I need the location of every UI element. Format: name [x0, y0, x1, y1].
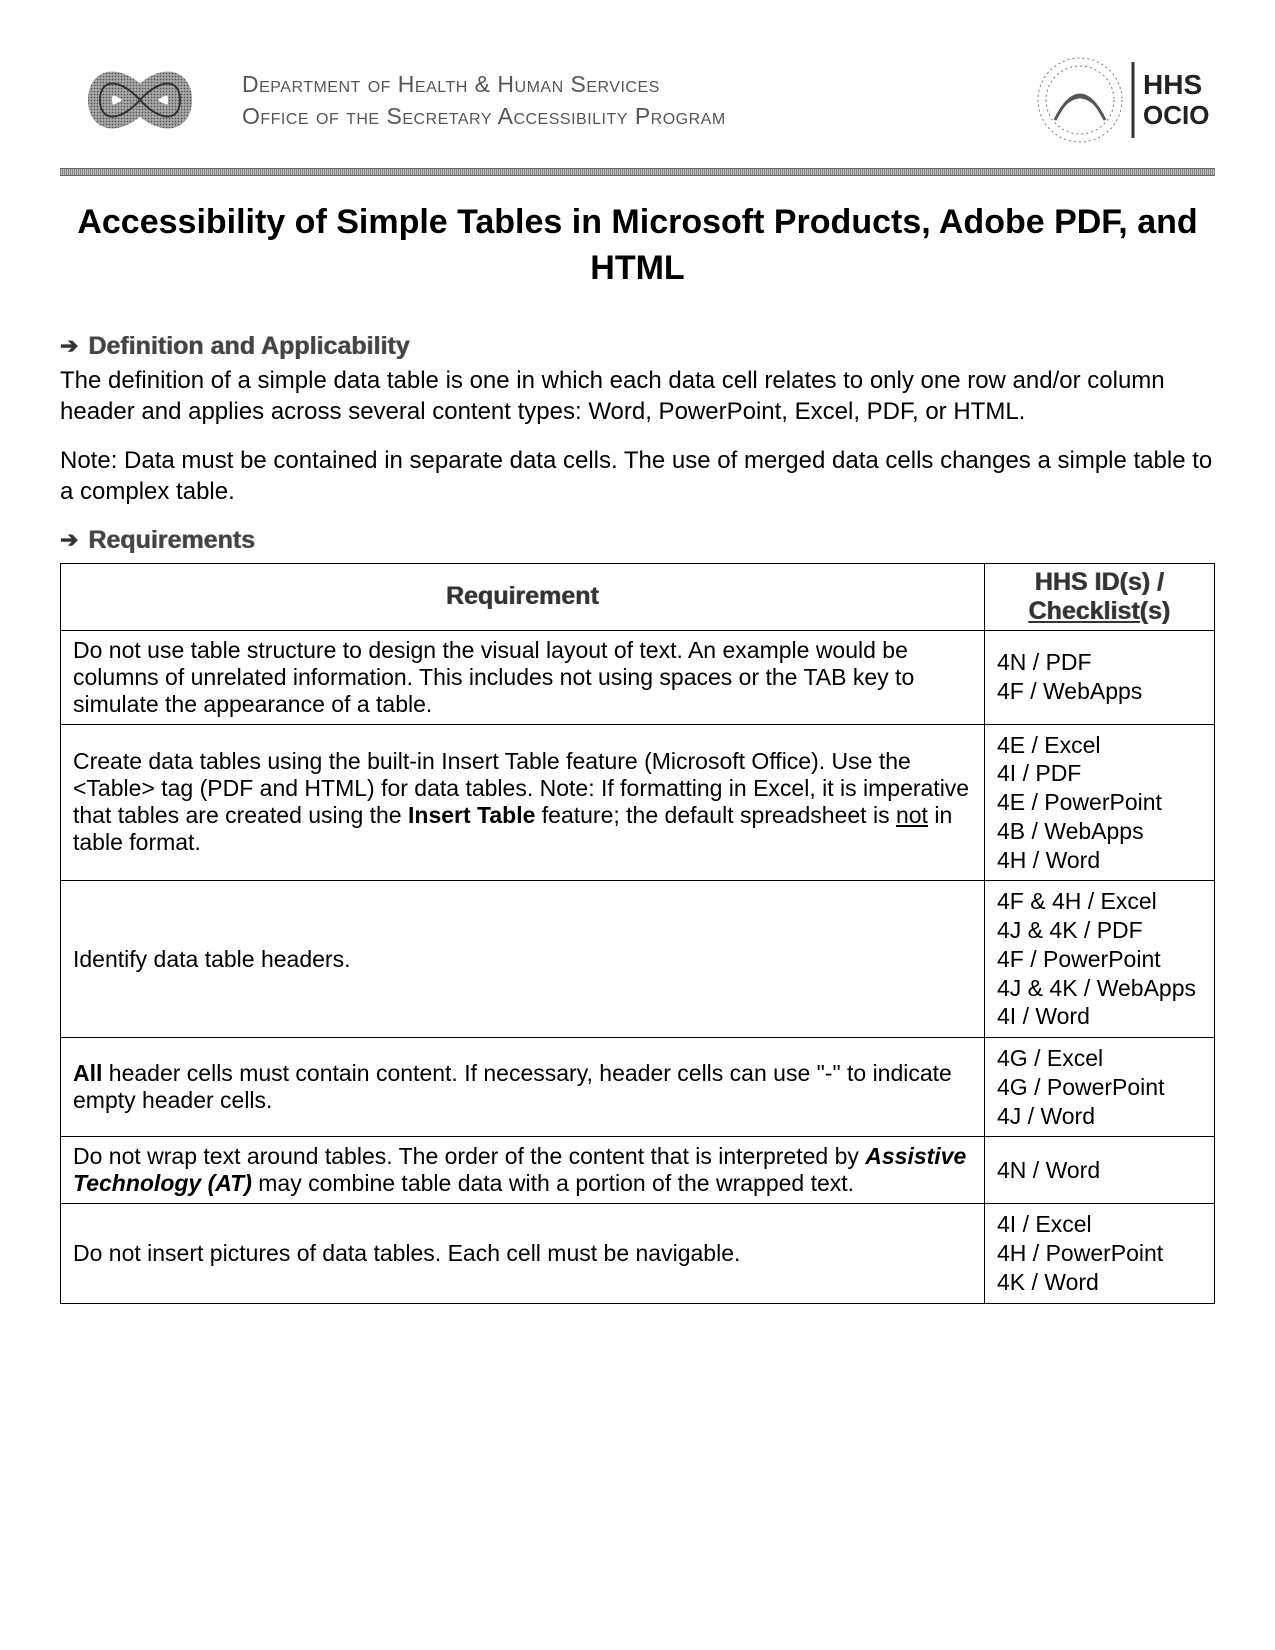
definition-p2: Note: Data must be contained in separate… — [60, 445, 1215, 507]
table-row: Do not insert pictures of data tables. E… — [61, 1204, 1215, 1303]
page-title: Accessibility of Simple Tables in Micros… — [60, 200, 1215, 292]
dept-line1: Department of Health & Human Services — [242, 68, 726, 100]
req-cell: Create data tables using the built-in In… — [61, 724, 985, 881]
id-cell: 4G / Excel4G / PowerPoint4J / Word — [985, 1038, 1215, 1137]
dept-line2: Office of the Secretary Accessibility Pr… — [242, 100, 726, 132]
section-definition-head: ➔ Definition and Applicability — [60, 332, 1215, 361]
req-cell: Do not use table structure to design the… — [61, 630, 985, 724]
table-row: Do not use table structure to design the… — [61, 630, 1215, 724]
id-cell: 4I / Excel4H / PowerPoint4K / Word — [985, 1204, 1215, 1303]
table-header-row: Requirement HHS ID(s) / Checklist(s) — [61, 563, 1215, 630]
definition-p1: The definition of a simple data table is… — [60, 365, 1215, 427]
id-cell: 4E / Excel4I / PDF4E / PowerPoint4B / We… — [985, 724, 1215, 881]
id-cell: 4F & 4H / Excel4J & 4K / PDF4F / PowerPo… — [985, 881, 1215, 1038]
col-ids: HHS ID(s) / Checklist(s) — [985, 563, 1215, 630]
table-row: Do not wrap text around tables. The orde… — [61, 1137, 1215, 1204]
logo-ocio-text: OCIO — [1143, 100, 1209, 130]
page-header: Department of Health & Human Services Of… — [60, 50, 1215, 168]
header-divider — [60, 168, 1215, 176]
table-row: Create data tables using the built-in In… — [61, 724, 1215, 881]
accessibility-infinity-logo — [60, 60, 220, 140]
req-cell: All header cells must contain content. I… — [61, 1038, 985, 1137]
department-text: Department of Health & Human Services Of… — [242, 68, 726, 132]
table-row: All header cells must contain content. I… — [61, 1038, 1215, 1137]
req-cell: Identify data table headers. — [61, 881, 985, 1038]
arrow-icon: ➔ — [60, 333, 78, 359]
section-requirements-title: Requirements — [88, 526, 255, 555]
table-row: Identify data table headers. 4F & 4H / E… — [61, 881, 1215, 1038]
header-left: Department of Health & Human Services Of… — [60, 60, 726, 140]
requirements-table: Requirement HHS ID(s) / Checklist(s) Do … — [60, 563, 1215, 1304]
logo-hhs-text: HHS — [1143, 69, 1202, 100]
hhs-ocio-logo: HHS OCIO — [1025, 50, 1215, 150]
arrow-icon: ➔ — [60, 527, 78, 553]
id-cell: 4N / Word — [985, 1137, 1215, 1204]
col-requirement: Requirement — [61, 563, 985, 630]
section-requirements-head: ➔ Requirements — [60, 526, 1215, 555]
req-cell: Do not insert pictures of data tables. E… — [61, 1204, 985, 1303]
id-cell: 4N / PDF4F / WebApps — [985, 630, 1215, 724]
req-cell: Do not wrap text around tables. The orde… — [61, 1137, 985, 1204]
section-definition-title: Definition and Applicability — [88, 332, 409, 361]
